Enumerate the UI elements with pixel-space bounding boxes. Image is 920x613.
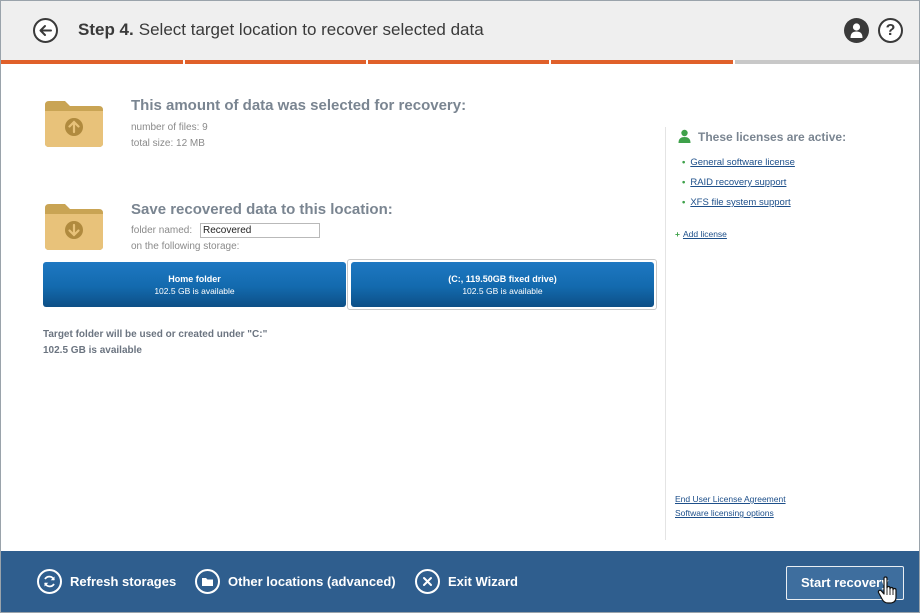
back-button[interactable] bbox=[33, 18, 58, 43]
folder-name-label: folder named: bbox=[131, 225, 193, 236]
license-link-xfs[interactable]: XFS file system support bbox=[690, 197, 790, 208]
other-locations-button[interactable]: Other locations (advanced) bbox=[195, 569, 396, 594]
folder-icon bbox=[195, 569, 220, 594]
other-locations-label: Other locations (advanced) bbox=[228, 574, 396, 589]
save-heading: Save recovered data to this location: bbox=[131, 201, 393, 218]
licensing-options-link[interactable]: Software licensing options bbox=[675, 508, 774, 518]
plus-icon: + bbox=[675, 229, 680, 239]
add-license-link[interactable]: Add license bbox=[683, 229, 727, 239]
progress-separator bbox=[366, 60, 368, 64]
refresh-storages-button[interactable]: Refresh storages bbox=[37, 569, 176, 594]
close-icon bbox=[415, 569, 440, 594]
license-item: • XFS file system support bbox=[682, 197, 791, 208]
storage-home-folder[interactable]: Home folder 102.5 GB is available bbox=[43, 262, 346, 307]
storage-available: 102.5 GB is available bbox=[462, 286, 543, 296]
storage-available: 102.5 GB is available bbox=[154, 286, 235, 296]
bottom-toolbar: Refresh storages Other locations (advanc… bbox=[1, 551, 919, 612]
files-count: number of files: 9 bbox=[131, 122, 208, 133]
storage-name: (C:, 119.50GB fixed drive) bbox=[448, 274, 557, 284]
back-arrow-icon bbox=[39, 25, 52, 36]
folder-download-icon bbox=[45, 204, 103, 250]
help-button[interactable]: ? bbox=[878, 18, 903, 43]
license-item: • RAID recovery support bbox=[682, 177, 786, 188]
target-available: 102.5 GB is available bbox=[43, 345, 142, 356]
page-title: Step 4. Select target location to recover… bbox=[78, 20, 484, 40]
progress-separator bbox=[183, 60, 185, 64]
bullet-icon: • bbox=[682, 177, 686, 188]
bullet-icon: • bbox=[682, 157, 686, 168]
licenses-heading: These licenses are active: bbox=[698, 130, 847, 144]
panel-divider bbox=[665, 127, 666, 540]
license-link-raid[interactable]: RAID recovery support bbox=[690, 177, 786, 188]
total-size: total size: 12 MB bbox=[131, 138, 205, 149]
storage-name: Home folder bbox=[168, 274, 221, 284]
exit-wizard-label: Exit Wizard bbox=[448, 574, 518, 589]
bullet-icon: • bbox=[682, 197, 686, 208]
hand-cursor-icon bbox=[877, 576, 897, 604]
license-user-icon bbox=[678, 129, 691, 143]
license-link-general[interactable]: General software license bbox=[690, 157, 795, 168]
step-title: Select target location to recover select… bbox=[138, 20, 484, 39]
progress-separator bbox=[549, 60, 551, 64]
storage-label: on the following storage: bbox=[131, 241, 240, 252]
add-license: + Add license bbox=[675, 229, 727, 239]
account-button[interactable] bbox=[844, 18, 869, 43]
selection-heading: This amount of data was selected for rec… bbox=[131, 97, 467, 114]
license-item: • General software license bbox=[682, 157, 795, 168]
progress-separator bbox=[733, 60, 735, 64]
wizard-progress-bar bbox=[1, 60, 919, 64]
folder-name-input[interactable] bbox=[200, 223, 320, 238]
user-icon bbox=[850, 23, 863, 38]
refresh-icon bbox=[37, 569, 62, 594]
exit-wizard-button[interactable]: Exit Wizard bbox=[415, 569, 518, 594]
folder-upload-icon bbox=[45, 101, 103, 147]
target-folder-note: Target folder will be used or created un… bbox=[43, 329, 268, 340]
refresh-label: Refresh storages bbox=[70, 574, 177, 589]
eula-link[interactable]: End User License Agreement bbox=[675, 494, 786, 504]
progress-fill bbox=[1, 60, 736, 64]
step-label: Step 4. bbox=[78, 20, 134, 39]
storage-c-drive[interactable]: (C:, 119.50GB fixed drive) 102.5 GB is a… bbox=[351, 262, 654, 307]
